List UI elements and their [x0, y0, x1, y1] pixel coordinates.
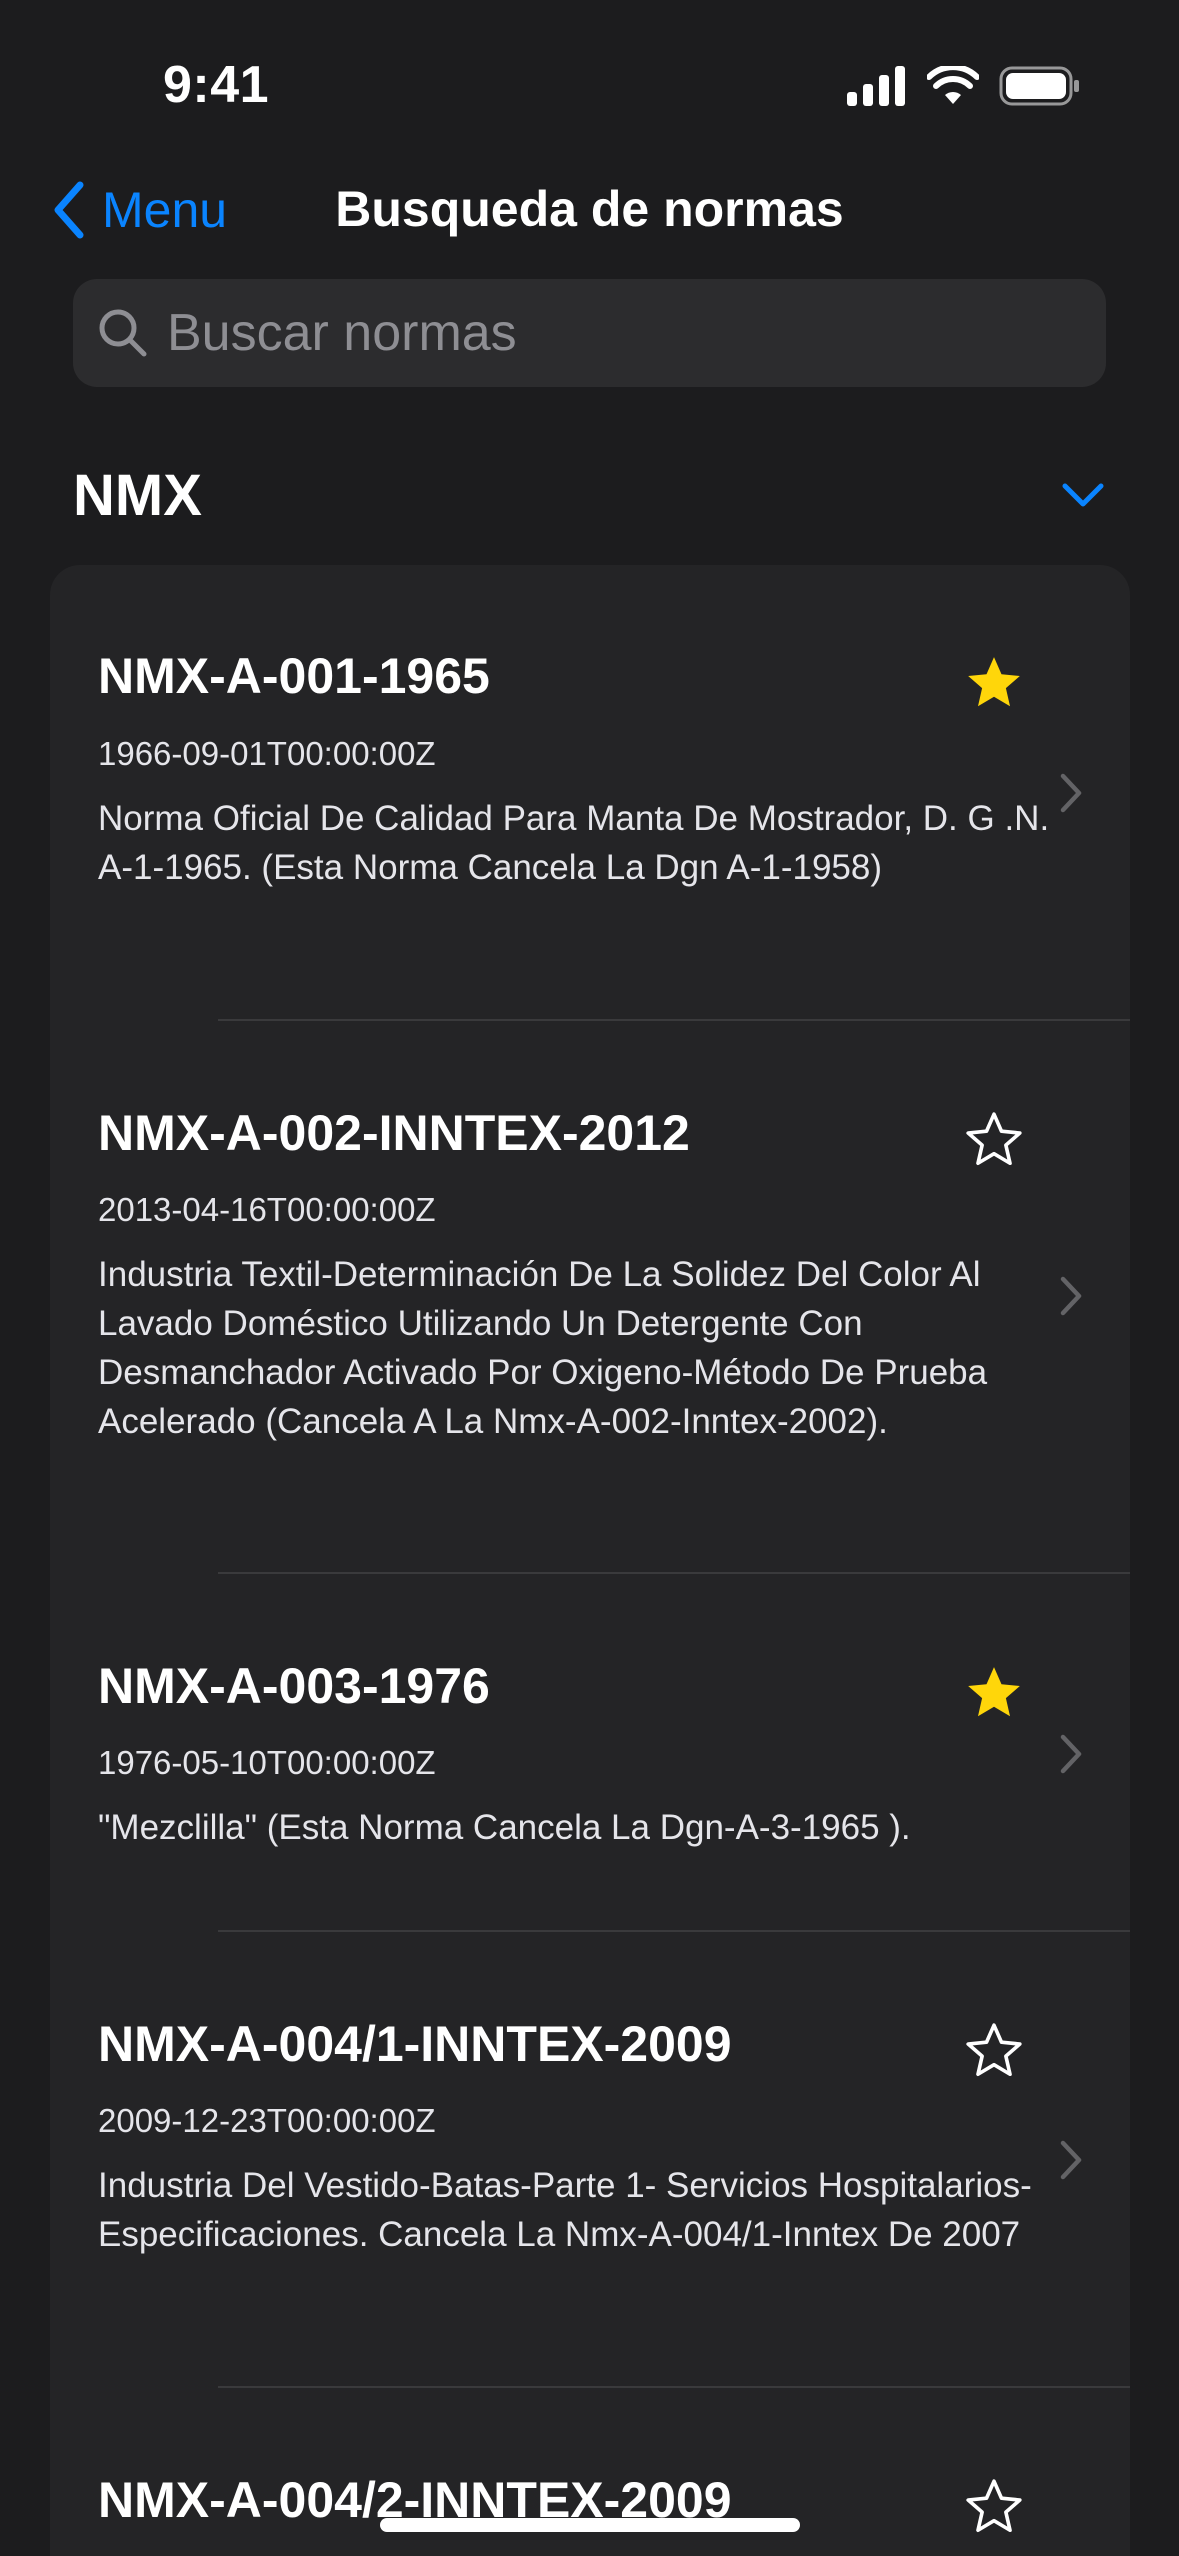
- screen: 9:41 Menu Busqueda de normas Buscar norm…: [0, 0, 1179, 2556]
- search-input[interactable]: [167, 303, 1067, 363]
- item-code: NMX-A-002-INNTEX-2012: [98, 1105, 690, 1161]
- home-indicator[interactable]: [380, 2518, 800, 2532]
- list-item[interactable]: NMX-A-001-1965 1966-09-01T00:00:00Z Norm…: [50, 565, 1130, 1021]
- search-icon: [99, 309, 147, 357]
- chevron-right-icon: [1056, 1271, 1086, 1321]
- item-date: 1966-09-01T00:00:00Z: [98, 735, 436, 772]
- cellular-signal-icon: [847, 66, 905, 106]
- favorite-toggle[interactable]: [958, 647, 1030, 719]
- page-title-text: Busqueda de normas: [335, 181, 844, 237]
- star-filled-icon: [968, 657, 1020, 707]
- item-description: Norma Oficial De Calidad Para Manta De M…: [98, 799, 1050, 887]
- search-bar[interactable]: [73, 279, 1106, 387]
- favorite-toggle[interactable]: [958, 1104, 1030, 1176]
- star-outline-icon: [966, 2479, 1022, 2533]
- status-bar: 9:41: [0, 0, 1179, 150]
- item-date: 2013-04-16T00:00:00Z: [98, 1191, 436, 1228]
- item-description: Industria Textil-Determinación De La Sol…: [98, 1255, 988, 1441]
- favorite-toggle[interactable]: [958, 2015, 1030, 2087]
- star-filled-icon: [968, 1667, 1020, 1717]
- section-title: NMX: [73, 462, 202, 528]
- page-title: Busqueda de normas: [0, 180, 1179, 238]
- chevron-right-icon: [1056, 1729, 1086, 1779]
- item-code: NMX-A-001-1965: [98, 648, 490, 704]
- list-item[interactable]: NMX-A-003-1976 1976-05-10T00:00:00Z "Mez…: [50, 1574, 1130, 1932]
- favorite-toggle[interactable]: [958, 2471, 1030, 2543]
- item-description: Industria Del Vestido-Batas-Parte 1- Ser…: [98, 2166, 1032, 2254]
- item-code: NMX-A-004/1-INNTEX-2009: [98, 2016, 732, 2072]
- status-icons: [847, 66, 1081, 106]
- section-header[interactable]: NMX: [73, 455, 1113, 535]
- battery-icon: [999, 66, 1079, 106]
- chevron-right-icon: [1056, 2135, 1086, 2185]
- item-date: 1976-05-10T00:00:00Z: [98, 1744, 436, 1781]
- star-outline-icon: [966, 2023, 1022, 2077]
- section-toggle[interactable]: [1053, 465, 1113, 525]
- chevron-right-icon: [1056, 768, 1086, 818]
- status-time: 9:41: [163, 56, 270, 114]
- list-item[interactable]: NMX-A-002-INNTEX-2012 2013-04-16T00:00:0…: [50, 1021, 1130, 1574]
- item-description: "Mezclilla" (Esta Norma Cancela La Dgn-A…: [98, 1808, 911, 1847]
- chevron-down-icon: [1062, 483, 1104, 507]
- norms-list: NMX-A-001-1965 1966-09-01T00:00:00Z Norm…: [50, 565, 1130, 2556]
- item-date: 2009-12-23T00:00:00Z: [98, 2102, 436, 2139]
- star-outline-icon: [966, 1112, 1022, 1166]
- favorite-toggle[interactable]: [958, 1657, 1030, 1729]
- list-item[interactable]: NMX-A-004/1-INNTEX-2009 2009-12-23T00:00…: [50, 1932, 1130, 2388]
- wifi-icon: [927, 66, 979, 104]
- item-code: NMX-A-003-1976: [98, 1658, 490, 1714]
